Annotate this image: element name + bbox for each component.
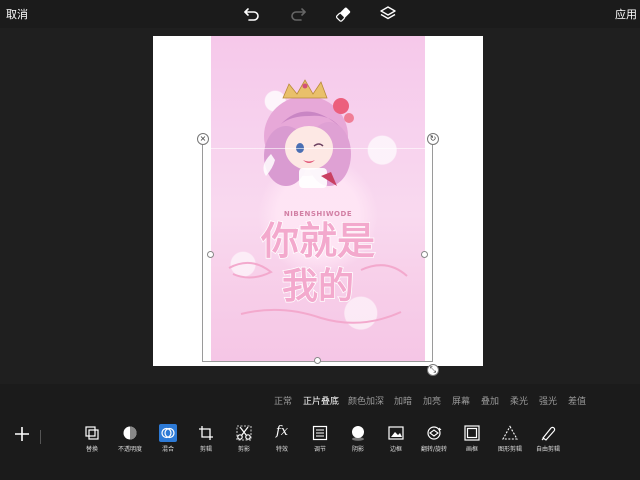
layers-icon[interactable]	[378, 4, 398, 24]
tool-bar: 替换 不透明度 混合 剪辑 剪影 fx 特效 调节 阴影 边框 翻转/旋转 画框	[0, 416, 640, 480]
undo-icon[interactable]	[242, 4, 262, 24]
blend-mode-multiply[interactable]: 正片叠底	[303, 394, 339, 407]
blend-mode-soft-light[interactable]: 柔光	[510, 394, 528, 407]
crop-icon	[197, 424, 215, 442]
resize-handle-left[interactable]	[207, 251, 214, 258]
tool-adjust[interactable]: 调节	[300, 424, 340, 460]
tool-replace[interactable]: 替换	[72, 424, 112, 460]
toolbar-divider	[40, 430, 41, 444]
tool-cutout[interactable]: 剪影	[224, 424, 264, 460]
blend-mode-overlay[interactable]: 叠加	[481, 394, 499, 407]
opacity-icon	[121, 424, 139, 442]
fx-icon: fx	[275, 424, 289, 439]
eraser-icon[interactable]	[333, 4, 353, 24]
adjust-icon	[311, 424, 329, 442]
flip-rotate-icon	[425, 424, 443, 442]
shape-crop-icon	[501, 424, 519, 442]
overlay-layer-image[interactable]: NIBENSHIWODE 你就是 我的	[211, 36, 425, 362]
tool-shadow[interactable]: 阴影	[338, 424, 378, 460]
cutout-icon	[235, 424, 253, 442]
tool-flip-rotate[interactable]: 翻转/旋转	[414, 424, 454, 460]
selection-border-right	[432, 140, 433, 362]
tool-blend[interactable]: 混合	[148, 424, 188, 460]
delete-layer-handle-icon[interactable]: ×	[197, 133, 209, 145]
shadow-icon	[349, 424, 367, 442]
scale-handle-icon[interactable]: ⤡	[427, 364, 439, 376]
tool-free-crop[interactable]: 自由剪辑	[528, 424, 568, 460]
apply-button[interactable]: 应用	[615, 6, 637, 22]
blend-mode-lighten[interactable]: 加亮	[423, 394, 441, 407]
blend-mode-hard-light[interactable]: 强光	[539, 394, 557, 407]
resize-handle-right[interactable]	[421, 251, 428, 258]
artwork-illustration: NIBENSHIWODE 你就是 我的	[211, 79, 425, 324]
tool-opacity[interactable]: 不透明度	[110, 424, 150, 460]
free-crop-icon	[539, 424, 557, 442]
tool-free-crop-label: 自由剪辑	[535, 446, 560, 453]
tool-crop[interactable]: 剪辑	[186, 424, 226, 460]
selection-border-left	[202, 140, 203, 362]
border-icon	[387, 424, 405, 442]
add-icon[interactable]	[12, 424, 32, 444]
blend-mode-screen[interactable]: 屏幕	[452, 394, 470, 407]
cancel-button[interactable]: 取消	[6, 6, 28, 22]
rotate-handle-icon[interactable]: ↻	[427, 133, 439, 145]
blend-icon	[159, 424, 177, 442]
frame-icon	[463, 424, 481, 442]
svg-text:你就是: 你就是	[260, 218, 375, 263]
top-bar: 取消 应用	[0, 0, 640, 28]
blend-mode-list: 正常 正片叠底 颜色加深 加暗 加亮 屏幕 叠加 柔光 强光 差值	[0, 394, 640, 408]
svg-text:NIBENSHIWODE: NIBENSHIWODE	[284, 210, 352, 218]
blend-mode-normal[interactable]: 正常	[274, 394, 292, 407]
tool-border[interactable]: 边框	[376, 424, 416, 460]
redo-icon[interactable]	[288, 4, 308, 24]
replace-icon	[83, 424, 101, 442]
blend-mode-darken[interactable]: 加暗	[394, 394, 412, 407]
svg-text:我的: 我的	[282, 265, 354, 307]
blend-mode-color-burn[interactable]: 颜色加深	[348, 394, 384, 407]
resize-handle-bottom[interactable]	[314, 357, 321, 364]
tool-frame[interactable]: 画框	[452, 424, 492, 460]
tool-shape-crop[interactable]: 图形剪辑	[490, 424, 530, 460]
tool-effects[interactable]: fx 特效	[262, 424, 302, 460]
blend-mode-difference[interactable]: 差值	[568, 394, 586, 407]
